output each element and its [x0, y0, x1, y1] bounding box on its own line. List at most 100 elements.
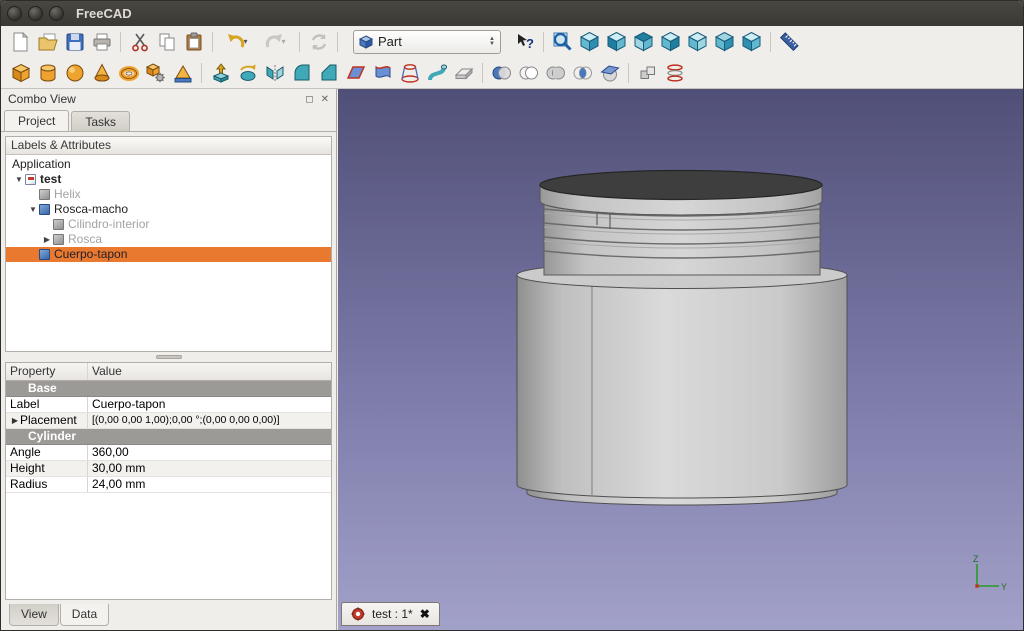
tree-item-cuerpo-tapon[interactable]: Cuerpo-tapon [6, 247, 331, 262]
intersection-button[interactable] [569, 60, 596, 86]
refresh-icon [311, 33, 326, 50]
revolve-button[interactable] [234, 60, 261, 86]
cylinder-shape-icon [53, 219, 64, 230]
panel-splitter[interactable] [5, 352, 332, 362]
tree-item-rosca[interactable]: ▶ Rosca [6, 232, 331, 247]
3d-model-cuerpo-tapon[interactable] [338, 89, 1023, 630]
tab-view[interactable]: View [9, 604, 59, 626]
tree-item-test[interactable]: ▼ test [6, 172, 331, 187]
property-row-height[interactable]: Height 30,00 mm [6, 461, 331, 477]
right-view-button[interactable] [657, 29, 684, 55]
tree-box: Labels & Attributes Application ▼ test H… [5, 136, 332, 352]
bottom-view-button[interactable] [711, 29, 738, 55]
property-row-label[interactable]: Label Cuerpo-tapon [6, 397, 331, 413]
cut-button[interactable] [126, 29, 153, 55]
maximize-button[interactable] [49, 6, 64, 21]
tab-tasks[interactable]: Tasks [71, 111, 131, 131]
expander-icon[interactable]: ▼ [28, 202, 38, 217]
front-view-button[interactable] [603, 29, 630, 55]
property-row-radius[interactable]: Radius 24,00 mm [6, 477, 331, 493]
measure-distance-button[interactable] [776, 29, 803, 55]
tree-item-cilindro-interior[interactable]: Cilindro-interior [6, 217, 331, 232]
fit-all-button[interactable] [549, 29, 576, 55]
property-row-placement[interactable]: ▶ Placement [(0,00 0,00 1,00);0,00 °;(0,0… [6, 413, 331, 429]
top-view-button[interactable] [630, 29, 657, 55]
float-panel-icon[interactable]: ◻ [305, 94, 313, 105]
new-document-button[interactable] [7, 29, 34, 55]
expander-icon[interactable]: ▶ [10, 413, 20, 428]
cone-button[interactable] [88, 60, 115, 86]
sphere-icon [66, 64, 83, 81]
tab-data[interactable]: Data [59, 604, 110, 626]
tree-item-application[interactable]: Application [6, 157, 331, 172]
axonometric-view-button[interactable] [576, 29, 603, 55]
offset-button[interactable] [450, 60, 477, 86]
expander-icon[interactable]: ▼ [14, 172, 24, 187]
torus-button[interactable] [115, 60, 142, 86]
mirror-icon [266, 64, 283, 81]
print-icon [93, 33, 110, 50]
fillet-button[interactable] [288, 60, 315, 86]
cut-icon [131, 33, 148, 51]
shape-builder-button[interactable] [169, 60, 196, 86]
property-row-angle[interactable]: Angle 360,00 [6, 445, 331, 461]
workbench-spinner[interactable]: ▲ ▼ [489, 36, 495, 47]
extrude-button[interactable] [207, 60, 234, 86]
make-face-button[interactable] [342, 60, 369, 86]
open-document-button[interactable] [34, 29, 61, 55]
undo-dropdown-arrow[interactable]: ▾ [243, 37, 247, 46]
union-icon [546, 66, 565, 79]
chamfer-button[interactable] [315, 60, 342, 86]
splitter-grip[interactable] [155, 355, 182, 359]
copy-button[interactable] [153, 29, 180, 55]
union-button[interactable] [542, 60, 569, 86]
rear-view-button[interactable] [684, 29, 711, 55]
minimize-button[interactable] [28, 6, 43, 21]
toolbar-separator [337, 31, 338, 52]
whats-this-button[interactable]: ? [511, 29, 538, 55]
workbench-selector[interactable]: Part ▲ ▼ [353, 29, 501, 54]
paste-button[interactable] [180, 29, 207, 55]
create-primitives-button[interactable] [142, 60, 169, 86]
print-button[interactable] [88, 29, 115, 55]
left-view-button[interactable] [738, 29, 765, 55]
loft-button[interactable] [396, 60, 423, 86]
axis-y-label: Y [1001, 582, 1007, 592]
property-group-base[interactable]: Base [6, 381, 331, 397]
expander-icon[interactable]: ▶ [42, 232, 52, 247]
boolean-button[interactable] [488, 60, 515, 86]
svg-text:?: ? [526, 36, 534, 51]
redo-button[interactable]: ▾ [256, 29, 294, 55]
cylinder-button[interactable] [34, 60, 61, 86]
section-button[interactable] [596, 60, 623, 86]
tree-item-helix[interactable]: Helix [6, 187, 331, 202]
toolbar-separator [482, 62, 483, 83]
cross-sections-button[interactable] [661, 60, 688, 86]
3d-viewport[interactable]: Z Y test : 1* ✖ [338, 89, 1023, 630]
bottom-view-icon [714, 31, 735, 52]
tree-item-rosca-macho[interactable]: ▼ Rosca-macho [6, 202, 331, 217]
close-button[interactable] [7, 6, 22, 21]
cut-boolean-button[interactable] [515, 60, 542, 86]
close-panel-icon[interactable]: ✕ [321, 94, 329, 105]
toolbar-separator [120, 31, 121, 52]
toolbar-separator [201, 62, 202, 83]
box-button[interactable] [7, 60, 34, 86]
property-group-cylinder[interactable]: Cylinder [6, 429, 331, 445]
refresh-button[interactable] [305, 29, 332, 55]
save-button[interactable] [61, 29, 88, 55]
redo-dropdown-arrow[interactable]: ▾ [281, 37, 285, 46]
mirror-button[interactable] [261, 60, 288, 86]
document-tab-label: test : 1* [372, 607, 413, 621]
undo-button[interactable]: ▾ [218, 29, 256, 55]
sweep-button[interactable] [423, 60, 450, 86]
value-column-header: Value [92, 364, 122, 378]
compound-button[interactable] [634, 60, 661, 86]
document-tab-close-icon[interactable]: ✖ [420, 607, 430, 621]
shape-builder-icon [174, 64, 191, 82]
ruled-surface-button[interactable] [369, 60, 396, 86]
freecad-window: FreeCAD ▾ ▾ Part ▲ ▼ ? Combo View ◻ ✕ Pr… [0, 0, 1024, 631]
tab-project[interactable]: Project [4, 110, 70, 131]
document-tab[interactable]: test : 1* ✖ [341, 602, 440, 626]
sphere-button[interactable] [61, 60, 88, 86]
